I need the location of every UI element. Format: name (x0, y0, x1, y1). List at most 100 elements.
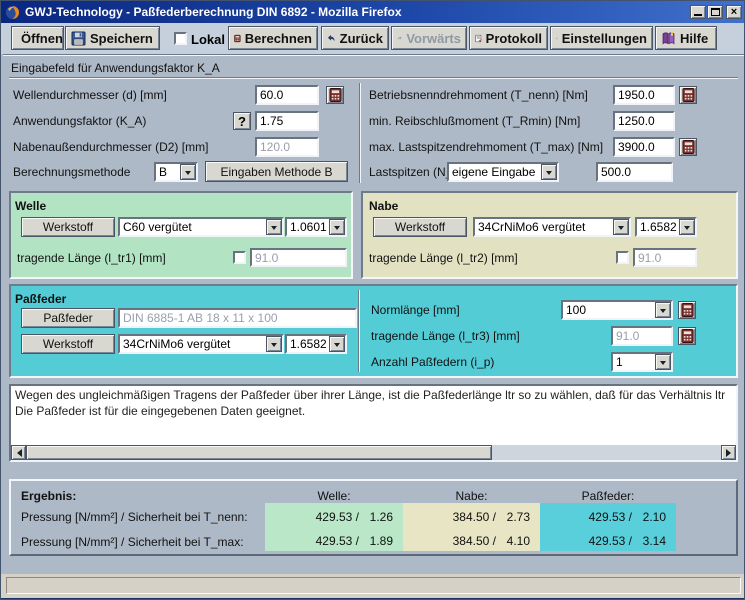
result-cell: 384.50 / 2.73 (403, 510, 540, 524)
dropdown-arrow-icon[interactable] (180, 164, 196, 180)
key-count-select-value: 1 (613, 354, 655, 370)
calc-method-label: Berechnungsmethode (13, 165, 130, 179)
local-checkbox[interactable] (174, 32, 187, 45)
result-cell: 429.53 / 1.89 (265, 534, 403, 548)
hub-material-number-select[interactable]: 1.6582 (635, 217, 697, 237)
dropdown-arrow-icon[interactable] (329, 219, 345, 235)
load-peaks-input[interactable] (596, 162, 673, 182)
close-button[interactable]: × (726, 5, 742, 19)
shaft-diameter-label: Wellendurchmesser (d) [mm] (13, 88, 167, 102)
results-row1-label: Pressung [N/mm²] / Sicherheit bei T_nenn… (21, 510, 248, 524)
toolbar-divider (3, 54, 744, 55)
back-button[interactable]: Zurück (321, 26, 389, 50)
hub-length-checkbox[interactable] (616, 251, 629, 264)
hub-material-select[interactable]: 34CrNiMo6 vergütet (473, 217, 631, 237)
nabe-safety-tmax: 4.10 (507, 534, 530, 548)
welle-safety-tnenn: 1.26 (370, 510, 393, 524)
max-peak-torque-input[interactable] (613, 137, 675, 157)
dropdown-arrow-icon[interactable] (329, 336, 345, 352)
key-length-label: tragende Länge (l_tr3) [mm] (371, 329, 520, 343)
firefox-icon (5, 5, 20, 20)
horizontal-scrollbar[interactable] (11, 445, 736, 460)
calculator-icon (234, 31, 241, 46)
open-button[interactable]: Öffnen (11, 26, 64, 50)
hub-length-label: tragende Länge (l_tr2) [mm] (369, 251, 518, 265)
application-factor-input[interactable] (255, 111, 319, 131)
results-band-nabe: 384.50 / 2.73 384.50 / 4.10 (403, 503, 540, 551)
nominal-torque-calc-button[interactable] (679, 86, 697, 104)
method-b-inputs-button[interactable]: Eingaben Methode B (205, 161, 348, 182)
nabe-safety-tnenn: 2.73 (507, 510, 530, 524)
key-material-select[interactable]: 34CrNiMo6 vergütet (118, 334, 284, 354)
protocol-icon (475, 31, 482, 46)
shaft-diameter-calc-button[interactable] (326, 86, 344, 104)
scroll-right-button[interactable] (721, 445, 736, 460)
toolbar: Öffnen Speichern Lokal (1, 23, 744, 54)
key-material-button[interactable]: Werkstoff (21, 334, 115, 354)
open-button-label: Öffnen (21, 31, 63, 46)
shaft-diameter-input[interactable] (255, 85, 319, 105)
welle-pressure-tmax: 429.53 / (316, 534, 359, 548)
load-peaks-select[interactable]: eigene Eingabe (447, 162, 559, 182)
dropdown-arrow-icon[interactable] (266, 336, 282, 352)
forward-button: Vorwärts (391, 26, 467, 50)
protocol-button[interactable]: Protokoll (469, 26, 548, 50)
calculator-icon (682, 88, 695, 102)
message-area: Wegen des ungleichmäßigen Tragens der Pa… (9, 384, 738, 462)
result-cell: 429.53 / 1.26 (265, 510, 403, 524)
dropdown-arrow-icon[interactable] (541, 164, 557, 180)
results-col-passfeder: Paßfeder: (540, 489, 676, 503)
norm-length-select[interactable]: 100 (561, 300, 673, 320)
statusbar (1, 574, 745, 598)
calculator-icon (682, 140, 695, 154)
load-peaks-select-value: eigene Eingabe (449, 164, 541, 180)
calculate-button[interactable]: Berechnen (228, 26, 318, 50)
key-designation-field (118, 308, 357, 328)
maximize-button[interactable] (707, 5, 723, 19)
dropdown-arrow-icon[interactable] (679, 219, 695, 235)
save-button[interactable]: Speichern (65, 26, 160, 50)
forward-icon (397, 31, 402, 45)
settings-button[interactable]: Einstellungen (550, 26, 653, 50)
result-cell: 384.50 / 4.10 (403, 534, 540, 548)
key-material-number-select[interactable]: 1.6582 (285, 334, 347, 354)
calculator-icon (681, 303, 694, 317)
shaft-length-checkbox[interactable] (233, 251, 246, 264)
minimize-button[interactable] (690, 5, 706, 19)
application-window: GWJ-Technology - Paßfederberechnung DIN … (0, 0, 745, 600)
max-peak-torque-calc-button[interactable] (679, 138, 697, 156)
key-select-button[interactable]: Paßfeder (21, 308, 115, 328)
dropdown-arrow-icon[interactable] (266, 219, 282, 235)
shaft-material-button[interactable]: Werkstoff (21, 217, 115, 237)
shaft-material-select[interactable]: C60 vergütet (118, 217, 284, 237)
form-header: Eingabefeld für Anwendungsfaktor K_A (11, 61, 220, 75)
statusbar-field (6, 577, 741, 594)
hub-outer-diameter-label: Nabenaußendurchmesser (D2) [mm] (13, 140, 208, 154)
key-count-select[interactable]: 1 (611, 352, 673, 372)
key-length-calc-button[interactable] (678, 327, 696, 345)
message-line-1: Wegen des ungleichmäßigen Tragens der Pa… (11, 386, 736, 402)
shaft-length-input (250, 248, 347, 267)
app-title: GWJ-Technology - Paßfederberechnung DIN … (25, 5, 402, 19)
norm-length-calc-button[interactable] (678, 301, 696, 319)
welle-safety-tmax: 1.89 (370, 534, 393, 548)
key-section-title: Paßfeder (15, 292, 66, 306)
dropdown-arrow-icon[interactable] (655, 354, 671, 370)
help-button[interactable]: Hilfe (655, 26, 717, 50)
scroll-thumb[interactable] (26, 445, 492, 460)
dropdown-arrow-icon[interactable] (613, 219, 629, 235)
hub-material-button[interactable]: Werkstoff (373, 217, 467, 237)
calculate-button-label: Berechnen (245, 31, 312, 46)
shaft-material-select-value: C60 vergütet (120, 219, 266, 235)
application-factor-help-button[interactable]: ? (233, 112, 251, 130)
nabe-pressure-tnenn: 384.50 / (453, 510, 496, 524)
calc-method-select[interactable]: B (154, 162, 198, 182)
calculator-icon (329, 88, 342, 102)
dropdown-arrow-icon[interactable] (655, 302, 671, 318)
scroll-left-button[interactable] (11, 445, 26, 460)
result-cell: 429.53 / 2.10 (540, 510, 676, 524)
nominal-torque-input[interactable] (613, 85, 675, 105)
min-friction-torque-input[interactable] (613, 111, 675, 131)
shaft-material-number-select[interactable]: 1.0601 (285, 217, 347, 237)
passfeder-pressure-tmax: 429.53 / (589, 534, 632, 548)
